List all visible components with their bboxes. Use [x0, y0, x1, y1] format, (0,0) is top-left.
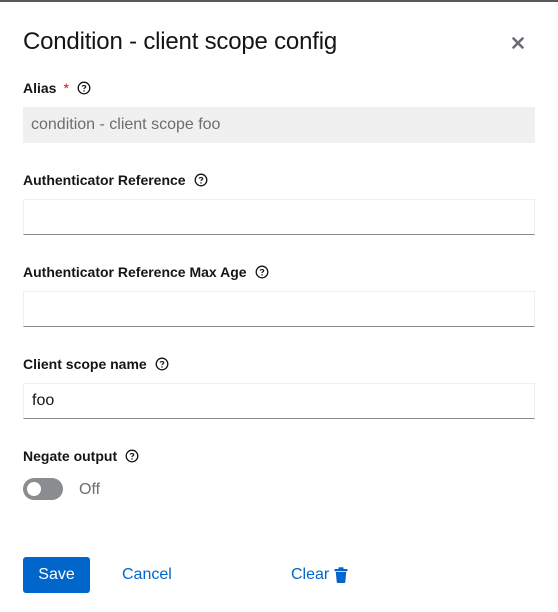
client-scope-name-input[interactable] [23, 383, 535, 419]
authenticator-reference-max-age-input[interactable] [23, 291, 535, 327]
help-circle-icon[interactable] [255, 265, 269, 279]
negate-output-toggle[interactable] [23, 478, 63, 500]
close-button[interactable] [507, 34, 529, 56]
authenticator-reference-max-age-label: Authenticator Reference Max Age [23, 264, 247, 280]
alias-input[interactable] [23, 107, 535, 143]
alias-label-row: Alias * [23, 80, 91, 96]
save-button[interactable]: Save [23, 557, 90, 593]
client-scope-name-label-row: Client scope name [23, 356, 169, 372]
negate-output-state: Off [79, 481, 101, 498]
negate-output-label: Negate output [23, 448, 118, 464]
client-scope-name-label: Client scope name [23, 356, 147, 372]
clear-label: Clear [291, 566, 330, 583]
authenticator-reference-label: Authenticator Reference [23, 172, 186, 188]
alias-label: Alias [23, 80, 57, 96]
toggle-knob [27, 482, 41, 496]
authenticator-reference-label-row: Authenticator Reference [23, 172, 208, 188]
authenticator-reference-max-age-label-row: Authenticator Reference Max Age [23, 264, 269, 280]
authenticator-reference-input[interactable] [23, 199, 535, 235]
trash-icon [334, 567, 348, 583]
cancel-label: Cancel [122, 566, 172, 583]
condition-config-modal: Condition - client scope config Alias * … [0, 0, 558, 612]
help-circle-icon[interactable] [77, 81, 91, 95]
close-icon [512, 36, 524, 54]
required-marker: * [63, 80, 69, 96]
help-circle-icon[interactable] [194, 173, 208, 187]
cancel-button[interactable]: Cancel [122, 557, 172, 593]
modal-title: Condition - client scope config [23, 28, 337, 55]
negate-output-label-row: Negate output [23, 448, 139, 464]
clear-button[interactable]: Clear [291, 557, 348, 593]
help-circle-icon[interactable] [125, 449, 139, 463]
help-circle-icon[interactable] [155, 357, 169, 371]
